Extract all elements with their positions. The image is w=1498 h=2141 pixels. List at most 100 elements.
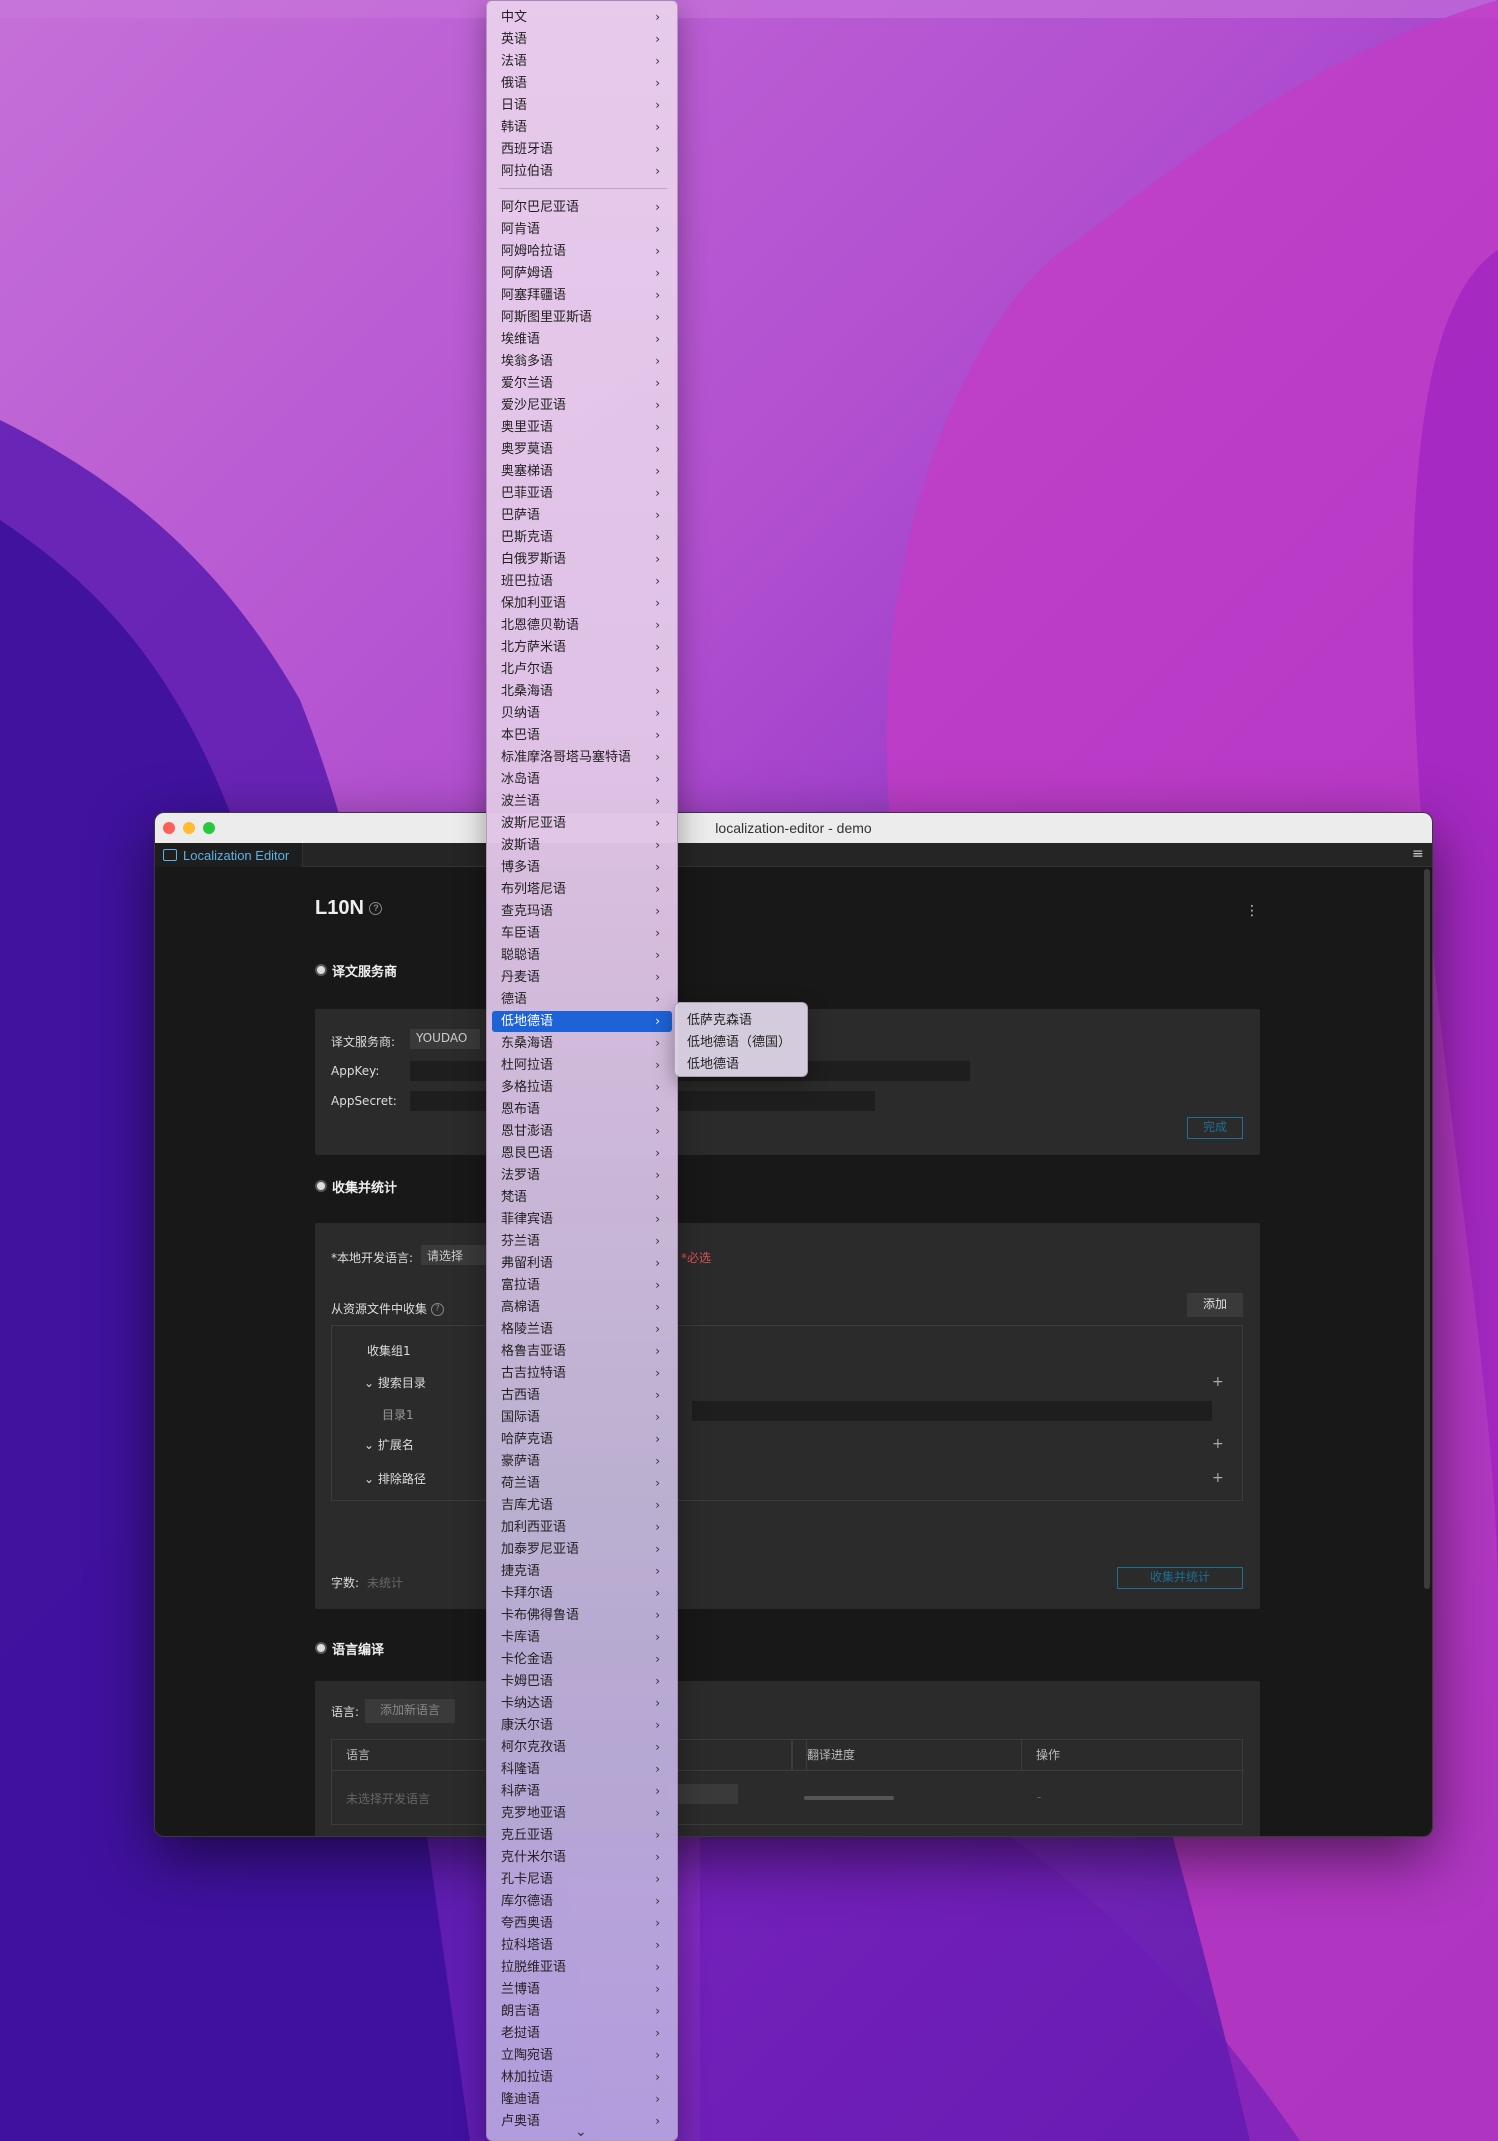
menu-item[interactable]: 科萨语 › <box>492 1781 672 1802</box>
add-button[interactable]: 添加 <box>1187 1293 1243 1317</box>
menu-item[interactable]: 库尔德语 › <box>492 1891 672 1912</box>
menu-item[interactable]: 吉库尤语 › <box>492 1495 672 1516</box>
menu-item[interactable]: 阿肯语 › <box>492 219 672 240</box>
menu-item[interactable]: 埃维语 › <box>492 329 672 350</box>
menu-item[interactable]: 北恩德贝勒语 › <box>492 615 672 636</box>
menu-item[interactable]: 奥罗莫语 › <box>492 439 672 460</box>
menu-item[interactable]: 查克玛语 › <box>492 901 672 922</box>
menu-item[interactable]: 奥塞梯语 › <box>492 461 672 482</box>
menu-item[interactable]: 法语 › <box>492 51 672 72</box>
menu-item[interactable]: 古吉拉特语 › <box>492 1363 672 1384</box>
menu-item[interactable]: 加利西亚语 › <box>492 1517 672 1538</box>
menu-item[interactable]: 爱尔兰语 › <box>492 373 672 394</box>
menu-item[interactable]: 日语 › <box>492 95 672 116</box>
menu-item[interactable]: 阿塞拜疆语 › <box>492 285 672 306</box>
menu-item[interactable]: 巴菲亚语 › <box>492 483 672 504</box>
menu-item[interactable]: 菲律宾语 › <box>492 1209 672 1230</box>
menu-item[interactable]: 卡伦金语 › <box>492 1649 672 1670</box>
help-icon[interactable]: ? <box>430 1303 444 1316</box>
menu-item[interactable]: 恩布语 › <box>492 1099 672 1120</box>
menu-item[interactable]: 韩语 › <box>492 117 672 138</box>
menu-item[interactable]: 波斯尼亚语 › <box>492 813 672 834</box>
menu-item[interactable]: 冰岛语 › <box>492 769 672 790</box>
hamburger-menu-icon[interactable]: ≡ <box>1412 847 1426 861</box>
add-search-dir-icon[interactable]: + <box>1212 1374 1224 1390</box>
menu-item[interactable]: 恩艮巴语 › <box>492 1143 672 1164</box>
menu-item[interactable]: 柯尔克孜语 › <box>492 1737 672 1758</box>
add-exclude-icon[interactable]: + <box>1212 1470 1224 1486</box>
menu-item[interactable]: 哈萨克语 › <box>492 1429 672 1450</box>
menu-item[interactable]: 阿尔巴尼亚语 › <box>492 197 672 218</box>
done-button[interactable]: 完成 <box>1187 1117 1243 1139</box>
menu-item[interactable]: 加泰罗尼亚语 › <box>492 1539 672 1560</box>
menu-item[interactable]: 克什米尔语 › <box>492 1847 672 1868</box>
menu-item[interactable]: 拉脱维亚语 › <box>492 1957 672 1978</box>
menu-item[interactable]: 芬兰语 › <box>492 1231 672 1252</box>
menu-item[interactable]: 英语 › <box>492 29 672 50</box>
menu-item[interactable]: 爱沙尼亚语 › <box>492 395 672 416</box>
more-options-icon[interactable]: ⋮ <box>1245 903 1259 919</box>
table-row-select[interactable] <box>668 1784 738 1804</box>
exclude-toggle[interactable]: ⌄ 排除路径 <box>364 1470 426 1487</box>
menu-item[interactable]: 夸西奥语 › <box>492 1913 672 1934</box>
menu-item[interactable]: 孔卡尼语 › <box>492 1869 672 1890</box>
menu-item[interactable]: 林加拉语 › <box>492 2067 672 2088</box>
help-icon[interactable]: ? <box>369 902 383 916</box>
menu-item[interactable]: 阿斯图里亚斯语 › <box>492 307 672 328</box>
menu-item[interactable]: 兰博语 › <box>492 1979 672 2000</box>
menu-item[interactable]: 弗留利语 › <box>492 1253 672 1274</box>
menu-item[interactable]: 康沃尔语 › <box>492 1715 672 1736</box>
menu-item[interactable]: 格鲁吉亚语 › <box>492 1341 672 1362</box>
menu-item[interactable]: 卡纳达语 › <box>492 1693 672 1714</box>
menu-item[interactable]: 本巴语 › <box>492 725 672 746</box>
menu-item[interactable]: 博多语 › <box>492 857 672 878</box>
menu-item[interactable]: 国际语 › <box>492 1407 672 1428</box>
menu-item[interactable]: 巴萨语 › <box>492 505 672 526</box>
menu-item[interactable]: 卡姆巴语 › <box>492 1671 672 1692</box>
menu-item[interactable]: 科隆语 › <box>492 1759 672 1780</box>
menu-item[interactable]: 格陵兰语 › <box>492 1319 672 1340</box>
menu-item[interactable]: 奥里亚语 › <box>492 417 672 438</box>
menu-item[interactable]: 班巴拉语 › <box>492 571 672 592</box>
menu-item[interactable]: 丹麦语 › <box>492 967 672 988</box>
menu-item[interactable]: 北方萨米语 › <box>492 637 672 658</box>
menu-item[interactable]: 捷克语 › <box>492 1561 672 1582</box>
menu-item[interactable]: 高棉语 › <box>492 1297 672 1318</box>
menu-item[interactable]: 老挝语 › <box>492 2023 672 2044</box>
menu-item[interactable]: 俄语 › <box>492 73 672 94</box>
add-ext-icon[interactable]: + <box>1212 1436 1224 1452</box>
collect-button[interactable]: 收集并统计 <box>1117 1567 1243 1589</box>
menu-item[interactable]: 隆迪语 › <box>492 2089 672 2110</box>
menu-item-selected[interactable]: 低地德语 › <box>492 1011 672 1032</box>
menu-item[interactable]: 北桑海语 › <box>492 681 672 702</box>
menu-item[interactable]: 白俄罗斯语 › <box>492 549 672 570</box>
menu-item[interactable]: 立陶宛语 › <box>492 2045 672 2066</box>
submenu-item[interactable]: 低萨克森语 <box>687 1009 752 1028</box>
menu-item[interactable]: 卡库语 › <box>492 1627 672 1648</box>
provider-select[interactable]: YOUDAO <box>410 1029 480 1049</box>
ext-toggle[interactable]: ⌄ 扩展名 <box>364 1436 414 1453</box>
menu-item[interactable]: 古西语 › <box>492 1385 672 1406</box>
menu-item[interactable]: 聪聪语 › <box>492 945 672 966</box>
menu-item[interactable]: 多格拉语 › <box>492 1077 672 1098</box>
menu-item[interactable]: 巴斯克语 › <box>492 527 672 548</box>
menu-item[interactable]: 克丘亚语 › <box>492 1825 672 1846</box>
menu-item[interactable]: 杜阿拉语 › <box>492 1055 672 1076</box>
menu-item[interactable]: 德语 › <box>492 989 672 1010</box>
menu-item[interactable]: 阿拉伯语 › <box>492 161 672 182</box>
menu-item[interactable]: 波斯语 › <box>492 835 672 856</box>
submenu-item[interactable]: 低地德语（德国） <box>687 1031 791 1050</box>
menu-item[interactable]: 标准摩洛哥塔马塞特语 › <box>492 747 672 768</box>
menu-item[interactable]: 克罗地亚语 › <box>492 1803 672 1824</box>
menu-item[interactable]: 西班牙语 › <box>492 139 672 160</box>
search-dir-toggle[interactable]: ⌄ 搜索目录 <box>364 1374 426 1391</box>
menu-item[interactable]: 朗吉语 › <box>492 2001 672 2022</box>
menu-item[interactable]: 卢奥语 › <box>492 2111 672 2132</box>
add-language-button[interactable]: 添加新语言 <box>365 1699 455 1723</box>
submenu-item[interactable]: 低地德语 <box>687 1053 739 1072</box>
menu-item[interactable]: 阿萨姆语 › <box>492 263 672 284</box>
menu-item[interactable]: 富拉语 › <box>492 1275 672 1296</box>
menu-item[interactable]: 恩甘澎语 › <box>492 1121 672 1142</box>
menu-item[interactable]: 拉科塔语 › <box>492 1935 672 1956</box>
menu-item[interactable]: 北卢尔语 › <box>492 659 672 680</box>
